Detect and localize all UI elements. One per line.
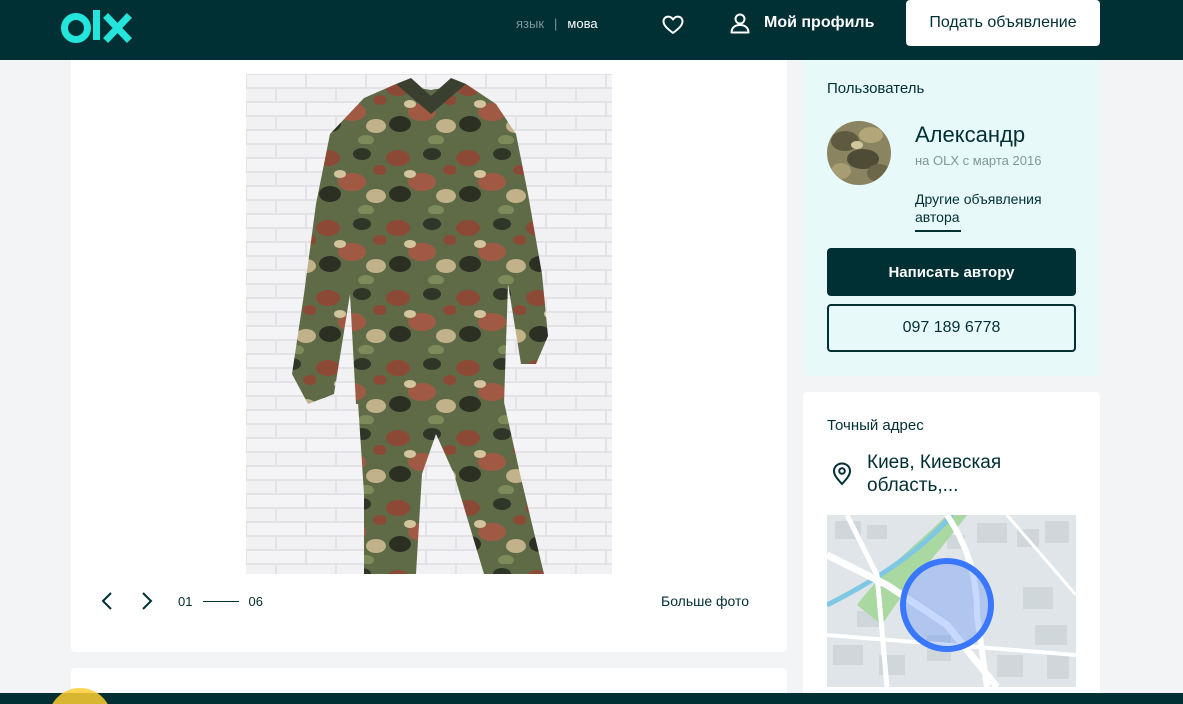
lang-ukrainian[interactable]: мова: [567, 16, 597, 31]
user-icon: [730, 13, 750, 34]
top-header: язык | мова Мой профиль Подать объявление: [0, 0, 1183, 60]
user-card: Пользователь Александр на OLX с марта 20…: [803, 60, 1100, 376]
address-location: Киев, Киевская область,...: [867, 452, 1002, 496]
photo-gallery: 01 06 Больше фото: [71, 60, 787, 652]
write-to-author-button[interactable]: Написать автору: [827, 248, 1076, 296]
lang-separator: |: [554, 16, 558, 31]
chevron-right-icon[interactable]: [136, 591, 156, 611]
address-section-title: Точный адрес: [827, 417, 924, 434]
my-profile-label: Мой профиль: [764, 14, 875, 31]
user-name: Александр: [915, 122, 1026, 147]
photo-total: 06: [248, 594, 263, 609]
address-card: Точный адрес Киев, Киевская область,...: [803, 392, 1100, 704]
product-photo[interactable]: [246, 74, 612, 574]
counter-divider: [203, 601, 240, 602]
other-ads-link[interactable]: Другие объявления автора: [915, 190, 1065, 226]
footer-strip: [0, 693, 1183, 704]
lang-russian[interactable]: язык: [516, 16, 544, 31]
other-ads-underline: [915, 230, 961, 232]
big-photos-link[interactable]: Больше фото: [661, 593, 749, 609]
olx-logo[interactable]: [60, 6, 136, 46]
language-switch: язык | мова: [516, 16, 598, 31]
photo-counter: 01 06: [178, 594, 263, 609]
location-map[interactable]: [827, 515, 1076, 687]
avatar[interactable]: [827, 121, 891, 185]
my-profile-link[interactable]: Мой профиль: [728, 11, 874, 35]
photo-current: 01: [178, 594, 193, 609]
phone-button[interactable]: 097 189 6778: [827, 304, 1076, 352]
user-section-title: Пользователь: [827, 80, 925, 97]
user-since: на OLX с марта 2016: [915, 153, 1042, 168]
heart-icon[interactable]: [661, 13, 685, 37]
post-ad-button[interactable]: Подать объявление: [906, 0, 1100, 46]
map-pin-icon: [832, 462, 852, 486]
chevron-left-icon[interactable]: [98, 591, 118, 611]
